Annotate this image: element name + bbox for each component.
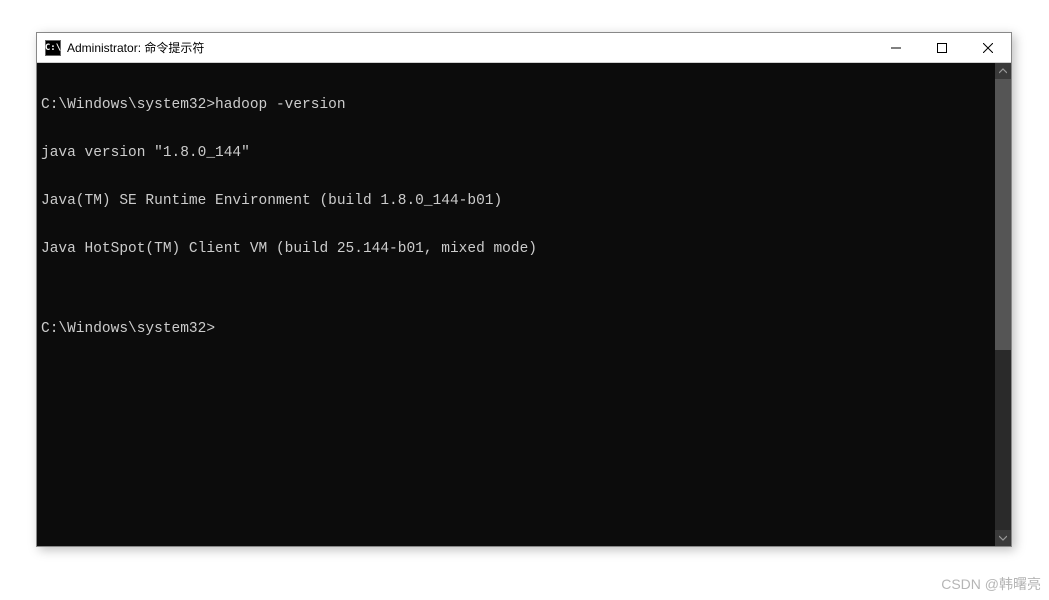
terminal-line: C:\Windows\system32>hadoop -version bbox=[41, 97, 991, 113]
minimize-icon bbox=[891, 43, 901, 53]
terminal-output[interactable]: C:\Windows\system32>hadoop -version java… bbox=[37, 63, 995, 546]
minimize-button[interactable] bbox=[873, 33, 919, 62]
terminal-line: java version "1.8.0_144" bbox=[41, 145, 991, 161]
scroll-up-button[interactable] bbox=[995, 63, 1011, 79]
cmd-icon: C:\ bbox=[45, 40, 61, 56]
command-prompt-window: C:\ Administrator: 命令提示符 C:\W bbox=[36, 32, 1012, 547]
terminal-prompt: C:\Windows\system32> bbox=[41, 321, 991, 337]
vertical-scrollbar[interactable] bbox=[995, 63, 1011, 546]
chevron-up-icon bbox=[999, 68, 1007, 74]
close-icon bbox=[983, 43, 993, 53]
window-controls bbox=[873, 33, 1011, 62]
window-title: Administrator: 命令提示符 bbox=[67, 39, 873, 56]
watermark: CSDN @韩曙亮 bbox=[941, 574, 1041, 594]
scroll-track[interactable] bbox=[995, 79, 1011, 530]
scroll-down-button[interactable] bbox=[995, 530, 1011, 546]
scroll-thumb[interactable] bbox=[995, 79, 1011, 350]
titlebar[interactable]: C:\ Administrator: 命令提示符 bbox=[37, 33, 1011, 63]
terminal-line: Java(TM) SE Runtime Environment (build 1… bbox=[41, 193, 991, 209]
terminal-area: C:\Windows\system32>hadoop -version java… bbox=[37, 63, 1011, 546]
chevron-down-icon bbox=[999, 535, 1007, 541]
close-button[interactable] bbox=[965, 33, 1011, 62]
maximize-button[interactable] bbox=[919, 33, 965, 62]
maximize-icon bbox=[937, 43, 947, 53]
terminal-line: Java HotSpot(TM) Client VM (build 25.144… bbox=[41, 241, 991, 257]
